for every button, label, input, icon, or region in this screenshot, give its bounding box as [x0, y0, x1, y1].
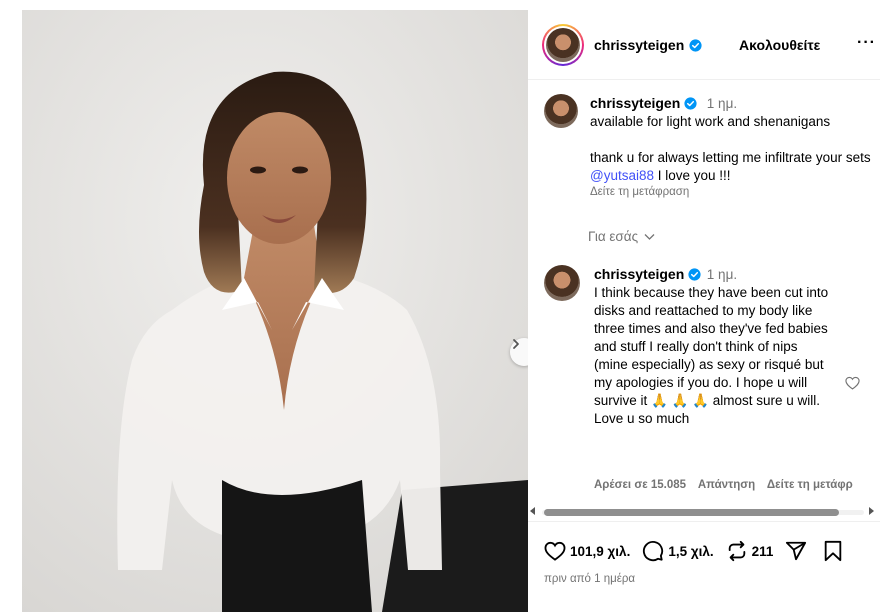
verified-icon [689, 38, 702, 52]
comment-reply-button[interactable]: Απάντηση [698, 479, 755, 491]
chevron-down-icon [644, 234, 655, 240]
horizontal-scrollbar[interactable] [528, 506, 880, 518]
story-ring[interactable] [542, 24, 584, 66]
comment-avatar[interactable] [544, 265, 580, 301]
caption-line-1: available for light work and shenanigans [590, 114, 831, 129]
comments-count[interactable]: 1,5 χιλ. [668, 544, 713, 559]
post-footer: 101,9 χιλ. 1,5 χιλ. 211 πριν από 1 ημέρα [528, 521, 880, 612]
reposts-count[interactable]: 211 [752, 544, 774, 559]
chevron-right-icon [513, 339, 519, 349]
caption-line-2-end: I love you !!! [657, 168, 731, 183]
comment-translate-link[interactable]: Δείτε τη μετάφρ [767, 479, 853, 491]
verified-icon [688, 268, 701, 281]
post-timestamp[interactable]: πριν από 1 ημέρα [544, 573, 635, 585]
comment-icon [643, 540, 664, 562]
caption-line-2: thank u for always letting me infiltrate… [590, 150, 871, 165]
verified-icon [684, 97, 697, 110]
comment-like-heart-icon[interactable] [845, 376, 860, 390]
comments-scroll-area[interactable]: chrissyteigen 1 ημ. available for light … [528, 81, 880, 516]
comment-username[interactable]: chrissyteigen [594, 266, 684, 282]
following-button[interactable]: Ακολουθείτε [739, 37, 820, 53]
mention-link[interactable]: @yutsai88 [590, 168, 654, 183]
comment-emoji-2: 🙏 🙏 [671, 393, 709, 408]
comment-actions: Αρέσει σε 15.085 Απάντηση Δείτε τη μετάφ… [594, 479, 880, 491]
header-username[interactable]: chrissyteigen [594, 37, 684, 53]
avatar[interactable] [546, 28, 580, 62]
caption-avatar[interactable] [544, 94, 578, 128]
share-icon [786, 541, 807, 561]
repost-icon [728, 540, 745, 562]
heart-icon [544, 541, 566, 561]
post-sidebar: chrissyteigen Ακολουθείτε ··· chrissytei… [528, 10, 880, 612]
comment-likes-count[interactable]: Αρέσει σε 15.085 [594, 479, 686, 491]
comment-time[interactable]: 1 ημ. [707, 267, 737, 282]
for-you-label: Για εσάς [588, 229, 639, 244]
for-you-toggle[interactable]: Για εσάς [588, 229, 655, 244]
post-photo[interactable] [22, 10, 528, 612]
share-button[interactable] [785, 540, 807, 562]
repost-button[interactable] [726, 540, 748, 562]
scroll-left-icon[interactable] [530, 507, 536, 515]
action-bar: 101,9 χιλ. 1,5 χιλ. 211 [544, 538, 843, 564]
caption-time[interactable]: 1 ημ. [707, 96, 737, 111]
caption-username[interactable]: chrissyteigen [590, 95, 680, 111]
photo-image [22, 10, 528, 612]
comment-emoji-1: 🙏 [651, 393, 668, 408]
like-button[interactable] [544, 541, 566, 561]
save-button[interactable] [823, 540, 843, 562]
caption-translate-link[interactable]: Δείτε τη μετάφραση [590, 185, 880, 199]
bookmark-icon [825, 540, 842, 562]
scroll-right-icon[interactable] [868, 507, 874, 515]
likes-count[interactable]: 101,9 χιλ. [570, 544, 630, 559]
more-icon[interactable]: ··· [857, 34, 876, 52]
comment-button[interactable] [642, 540, 664, 562]
scrollbar-thumb[interactable] [544, 509, 839, 516]
comment-text: I think because they have been cut into … [594, 285, 829, 408]
post-header: chrissyteigen Ακολουθείτε ··· [528, 10, 880, 80]
